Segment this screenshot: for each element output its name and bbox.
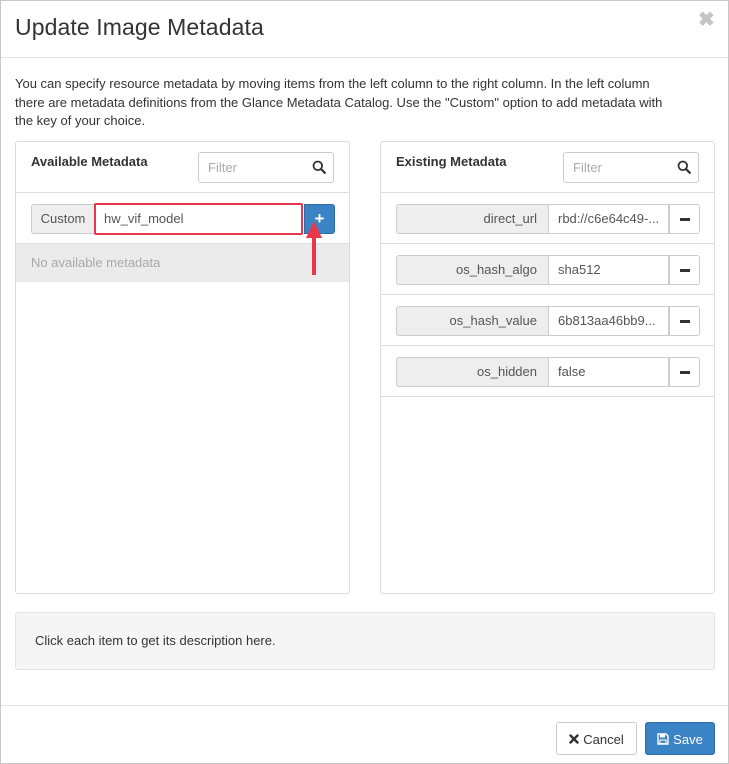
dialog-description: You can specify resource metadata by mov…	[15, 76, 663, 128]
save-label: Save	[673, 732, 703, 748]
no-available-metadata: No available metadata	[16, 244, 349, 282]
search-icon[interactable]	[677, 160, 691, 174]
metadata-value-input[interactable]: 6b813aa46bb9...	[549, 306, 669, 336]
times-icon	[569, 733, 579, 744]
metadata-key: direct_url	[396, 204, 549, 234]
available-filter-input[interactable]	[199, 153, 303, 182]
cancel-button[interactable]: Cancel	[556, 722, 637, 755]
update-image-metadata-dialog: Update Image Metadata ✖ You can specify …	[0, 0, 729, 764]
remove-metadata-button[interactable]	[669, 204, 700, 234]
custom-label: Custom	[31, 204, 95, 234]
minus-icon	[680, 320, 690, 323]
metadata-key: os_hash_value	[396, 306, 549, 336]
minus-icon	[680, 269, 690, 272]
existing-metadata-panel: Existing Metadata direct_url rbd://c6e64…	[380, 141, 715, 594]
metadata-value-input[interactable]: false	[549, 357, 669, 387]
dialog-footer: Cancel Save	[1, 705, 728, 763]
remove-metadata-button[interactable]	[669, 306, 700, 336]
existing-filter-box	[563, 152, 699, 183]
item-description-well: Click each item to get its description h…	[15, 612, 715, 670]
existing-filter-input[interactable]	[564, 153, 668, 182]
item-description-text: Click each item to get its description h…	[35, 633, 276, 648]
cancel-label: Cancel	[583, 732, 624, 748]
available-metadata-title: Available Metadata	[31, 154, 148, 169]
metadata-row-os-hidden: os_hidden false	[381, 346, 714, 397]
existing-metadata-header: Existing Metadata	[381, 142, 714, 193]
metadata-key: os_hidden	[396, 357, 549, 387]
custom-key-input[interactable]: hw_vif_model	[95, 204, 303, 234]
metadata-key: os_hash_algo	[396, 255, 549, 285]
available-metadata-header: Available Metadata	[16, 142, 349, 193]
search-icon[interactable]	[312, 160, 326, 174]
metadata-value-input[interactable]: rbd://c6e64c49-...	[549, 204, 669, 234]
existing-metadata-title: Existing Metadata	[396, 154, 507, 169]
available-filter-box	[198, 152, 334, 183]
floppy-disk-icon	[657, 732, 669, 745]
close-icon[interactable]: ✖	[698, 10, 715, 30]
remove-metadata-button[interactable]	[669, 255, 700, 285]
minus-icon	[680, 218, 690, 221]
metadata-row-os-hash-value: os_hash_value 6b813aa46bb9...	[381, 295, 714, 346]
dialog-title: Update Image Metadata	[15, 14, 264, 40]
dialog-header: Update Image Metadata ✖	[1, 1, 728, 58]
metadata-value-input[interactable]: sha512	[549, 255, 669, 285]
save-button[interactable]: Save	[645, 722, 715, 755]
metadata-row-os-hash-algo: os_hash_algo sha512	[381, 244, 714, 295]
minus-icon	[680, 371, 690, 374]
remove-metadata-button[interactable]	[669, 357, 700, 387]
available-metadata-panel: Available Metadata Custom hw_vif_model +…	[15, 141, 350, 594]
custom-metadata-row: Custom hw_vif_model +	[16, 193, 349, 244]
annotation-arrow	[306, 221, 322, 275]
metadata-row-direct-url: direct_url rbd://c6e64c49-...	[381, 193, 714, 244]
